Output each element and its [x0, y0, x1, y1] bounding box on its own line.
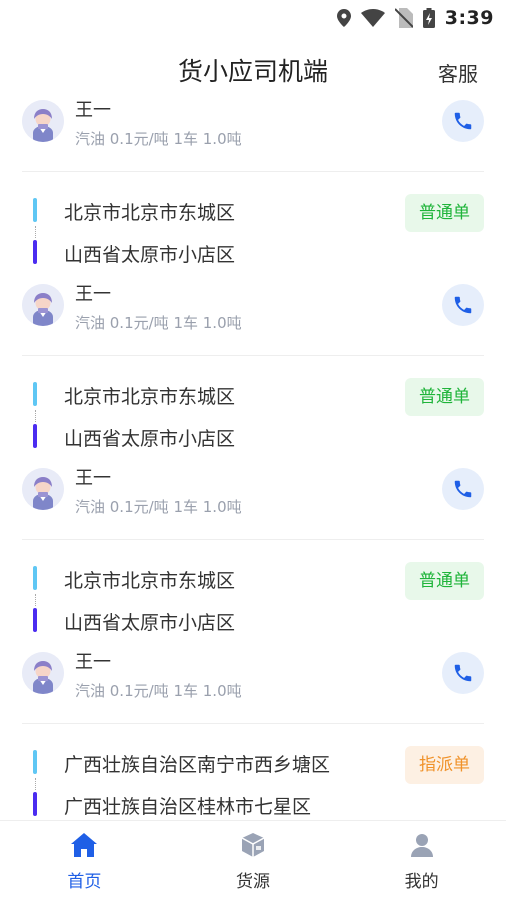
- call-button[interactable]: [442, 100, 484, 142]
- origin-address: 北京市北京市东城区: [64, 202, 236, 224]
- destination-address: 山西省太原市小店区: [64, 428, 236, 450]
- order-card[interactable]: 广西壮族自治区南宁市西乡塘区广西壮族自治区桂林市七星区指派单比安: [22, 724, 484, 820]
- page-title: 货小应司机端: [177, 57, 328, 86]
- phone-icon: [452, 662, 474, 684]
- origin-address: 北京市北京市东城区: [64, 386, 236, 408]
- origin-address: 广西壮族自治区南宁市西乡塘区: [64, 754, 331, 776]
- origin-address: 北京市北京市东城区: [64, 570, 236, 592]
- order-card[interactable]: 北京市北京市东城区山西省太原市小店区 普通单王一汽油 0.1元/吨 1车 1.0吨: [22, 356, 484, 540]
- cargo-info: 汽油 0.1元/吨 1车 1.0吨: [75, 130, 242, 148]
- tab-home[interactable]: 首页: [0, 821, 169, 900]
- cargo-info: 汽油 0.1元/吨 1车 1.0吨: [75, 498, 242, 516]
- battery-charging-icon: [422, 8, 435, 28]
- phone-icon: [452, 294, 474, 316]
- cargo-box-icon: [240, 833, 266, 861]
- destination-address: 山西省太原市小店区: [64, 244, 236, 266]
- status-bar: 3:39: [0, 0, 506, 36]
- order-type-badge: 普通单: [405, 194, 484, 232]
- route-indicator: [32, 566, 42, 638]
- order-card[interactable]: 北京市北京市东城区山西省太原市小店区 普通单王一汽油 0.1元/吨 1车 1.0吨: [22, 172, 484, 356]
- customer-service-button[interactable]: 客服: [438, 58, 478, 87]
- route-indicator: [32, 750, 42, 820]
- avatar: [22, 284, 64, 326]
- avatar: [22, 100, 64, 142]
- tab-cargo[interactable]: 货源: [169, 821, 338, 900]
- order-type-badge: 指派单: [405, 746, 484, 784]
- wifi-icon: [360, 9, 385, 27]
- route-indicator: [32, 382, 42, 454]
- bottom-tab-bar: 首页 货源 我的: [0, 820, 506, 900]
- call-button[interactable]: [442, 468, 484, 510]
- route-indicator: [32, 198, 42, 270]
- status-time: 3:39: [444, 7, 494, 29]
- user-icon: [410, 833, 434, 861]
- order-type-badge: 普通单: [405, 378, 484, 416]
- location-icon: [336, 9, 351, 27]
- call-button[interactable]: [442, 284, 484, 326]
- tab-mine-label: 我的: [404, 872, 439, 892]
- tab-cargo-label: 货源: [236, 872, 270, 892]
- shipper-name: 王一: [75, 284, 111, 305]
- order-list-content: 北京市北京市东城区山西省太原市小店区普通单王一汽油 0.1元/吨 1车 1.0吨…: [0, 86, 506, 820]
- tab-mine[interactable]: 我的: [337, 821, 506, 900]
- call-button[interactable]: [442, 652, 484, 694]
- shipper-name: 王一: [75, 468, 111, 489]
- cargo-info: 汽油 0.1元/吨 1车 1.0吨: [75, 314, 242, 332]
- phone-icon: [452, 478, 474, 500]
- destination-address: 广西壮族自治区桂林市七星区: [64, 796, 312, 818]
- no-sim-icon: [394, 8, 413, 28]
- destination-address: 山西省太原市小店区: [64, 612, 236, 634]
- cargo-info: 汽油 0.1元/吨 1车 1.0吨: [75, 682, 242, 700]
- avatar: [22, 468, 64, 510]
- order-card[interactable]: 北京市北京市东城区山西省太原市小店区普通单王一汽油 0.1元/吨 1车 1.0吨: [22, 86, 484, 172]
- shipper-name: 王一: [75, 652, 111, 673]
- order-list[interactable]: 北京市北京市东城区山西省太原市小店区普通单王一汽油 0.1元/吨 1车 1.0吨…: [0, 86, 506, 820]
- order-card[interactable]: 北京市北京市东城区山西省太原市小店区 普通单王一汽油 0.1元/吨 1车 1.0吨: [22, 540, 484, 724]
- home-icon: [71, 833, 98, 861]
- phone-icon: [452, 110, 474, 132]
- shipper-name: 王一: [75, 100, 111, 121]
- avatar: [22, 652, 64, 694]
- order-type-badge: 普通单: [405, 562, 484, 600]
- tab-home-label: 首页: [67, 872, 102, 892]
